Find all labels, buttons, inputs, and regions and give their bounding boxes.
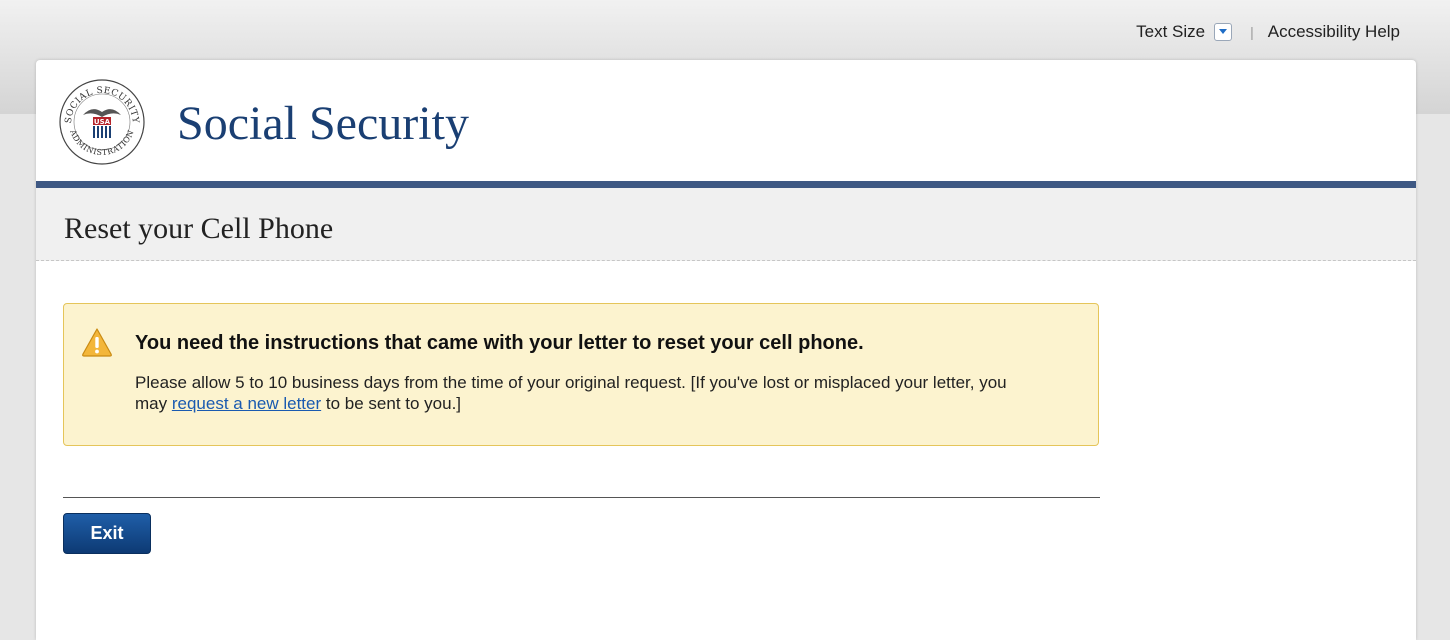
alert-heading: You need the instructions that came with… <box>135 332 864 354</box>
svg-text:USA: USA <box>94 118 111 126</box>
warning-alert: You need the instructions that came with… <box>63 303 1099 446</box>
exit-button[interactable]: Exit <box>63 513 151 554</box>
header-rule <box>36 181 1416 188</box>
page-title: Reset your Cell Phone <box>64 212 334 245</box>
text-size-label: Text Size <box>1136 22 1206 41</box>
accessibility-help-link[interactable]: Accessibility Help <box>1268 22 1400 42</box>
main-card: SOCIAL SECURITY ADMINISTRATION USA Socia… <box>36 60 1416 640</box>
alert-body-text-end: to be sent to you.] <box>321 394 462 413</box>
warning-icon <box>82 328 112 357</box>
alert-body: Please allow 5 to 10 business days from … <box>135 372 1015 414</box>
divider <box>63 497 1100 498</box>
utility-bar: Text Size | Accessibility Help <box>1136 22 1400 42</box>
text-size-control[interactable]: Text Size <box>1136 22 1233 42</box>
page-header: Reset your Cell Phone <box>36 188 1416 261</box>
chevron-down-icon[interactable] <box>1214 23 1233 41</box>
utility-separator: | <box>1250 24 1254 40</box>
ssa-seal-icon[interactable]: SOCIAL SECURITY ADMINISTRATION USA <box>59 79 145 165</box>
request-new-letter-link[interactable]: request a new letter <box>172 394 321 413</box>
site-header: SOCIAL SECURITY ADMINISTRATION USA Socia… <box>36 60 1416 181</box>
site-title[interactable]: Social Security <box>177 96 469 151</box>
